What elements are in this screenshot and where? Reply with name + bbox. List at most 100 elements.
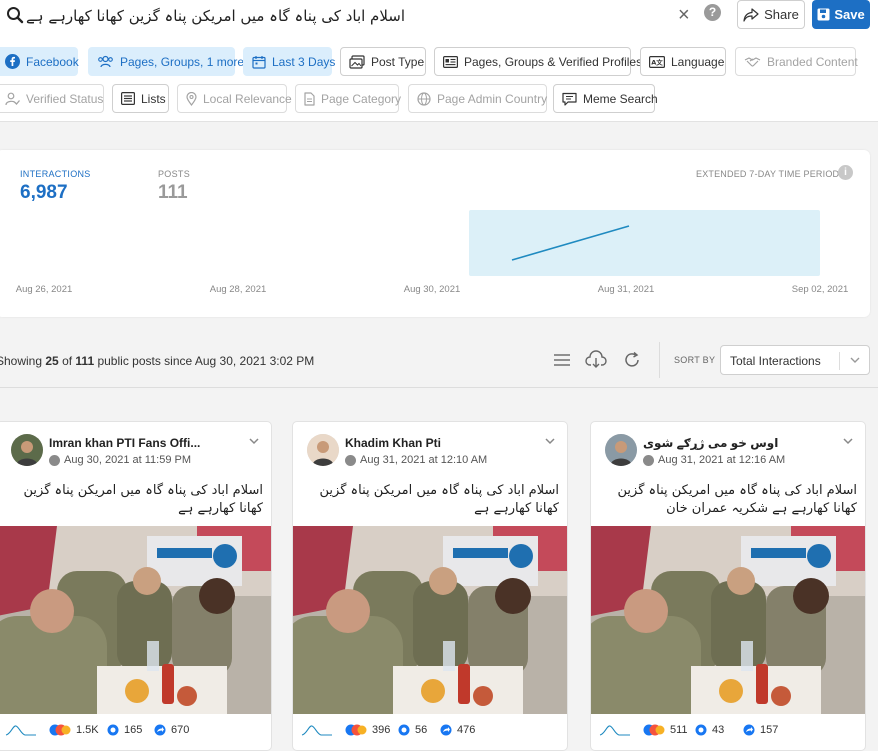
comments-count-item[interactable]: 165: [107, 724, 142, 736]
location-pin-icon: [186, 91, 197, 106]
verified-user-icon: [5, 92, 20, 105]
filter-page-admin-country[interactable]: Page Admin Country: [408, 84, 547, 113]
avatar[interactable]: [605, 434, 637, 466]
comments-count-item[interactable]: 56: [398, 724, 427, 736]
filter-label: Pages, Groups & Verified Profiles: [464, 54, 643, 69]
post-stats: 511 43 157: [591, 718, 865, 742]
reactions-count-item[interactable]: 511: [643, 724, 688, 736]
shares-count-item[interactable]: 476: [440, 724, 475, 736]
filter-lists[interactable]: Lists: [112, 84, 169, 113]
comment-icon: [398, 724, 410, 736]
filter-branded-content[interactable]: Branded Content: [735, 47, 858, 76]
filter-verified-status[interactable]: Verified Status: [0, 84, 104, 113]
page-icon: [304, 91, 315, 106]
post-stats: 396 56 476: [293, 718, 567, 742]
chevron-down-icon[interactable]: [543, 434, 557, 448]
chevron-down-icon: [850, 357, 860, 363]
filter-label: Meme Search: [583, 91, 658, 106]
comments-count-item[interactable]: 43: [695, 724, 724, 736]
view-list-icon[interactable]: [551, 350, 573, 370]
results-total-count: 111: [75, 354, 95, 368]
post-date[interactable]: Aug 31, 2021 at 12:10 AM: [360, 454, 487, 466]
sparkline-icon: [599, 725, 630, 736]
avatar-image: [11, 434, 43, 466]
post-meta: Aug 31, 2021 at 12:16 AM: [643, 454, 785, 466]
help-icon[interactable]: ?: [704, 4, 721, 21]
shares-count-item[interactable]: 157: [743, 724, 778, 736]
post-author-name[interactable]: Khadim Khan Pti: [345, 436, 441, 450]
sort-select[interactable]: Total Interactions: [720, 345, 870, 375]
x-tick-label: Aug 31, 2021: [598, 284, 655, 295]
filter-account-types[interactable]: Pages, Groups, 1 more: [88, 47, 244, 76]
post-photo: [591, 526, 865, 714]
reactions-count-item[interactable]: 396: [345, 724, 390, 736]
filter-label: Last 3 Days: [272, 54, 336, 69]
search-input[interactable]: [26, 4, 686, 28]
refresh-icon[interactable]: [621, 350, 643, 370]
filter-label: Language: [671, 54, 725, 69]
comments-count: 165: [124, 724, 143, 736]
search-icon[interactable]: [6, 6, 24, 24]
post-card[interactable]: Khadim Khan Pti Aug 31, 2021 at 12:10 AM…: [292, 421, 568, 751]
filter-language[interactable]: A文 Language: [640, 47, 726, 76]
results-prefix: Showing: [0, 354, 46, 368]
results-suffix: public posts since Aug 30, 2021 3:02 PM: [94, 354, 315, 368]
post-date[interactable]: Aug 31, 2021 at 12:16 AM: [658, 454, 785, 466]
sparkline-icon: [5, 725, 36, 736]
filter-label: Lists: [141, 91, 166, 106]
lists-icon: [121, 92, 135, 105]
avatar-image: [307, 434, 339, 466]
post-author-name[interactable]: اوس خو می ژړګے شوی: [643, 436, 778, 450]
filter-label: Branded Content: [767, 54, 858, 69]
filter-platform-facebook[interactable]: Facebook: [0, 47, 79, 76]
share-icon: [743, 724, 755, 736]
reactions-count: 1.5K: [76, 724, 99, 736]
sort-select-separator: [839, 352, 840, 370]
filter-page-category[interactable]: Page Category: [295, 84, 401, 113]
selected-period-highlight: [469, 210, 820, 276]
post-type-icon: [349, 54, 365, 69]
filter-timeframe[interactable]: Last 3 Days: [243, 47, 336, 76]
handshake-icon: [744, 56, 761, 67]
info-icon[interactable]: i: [838, 165, 853, 180]
post-meta: Aug 30, 2021 at 11:59 PM: [49, 454, 191, 466]
share-button[interactable]: Share: [737, 0, 805, 29]
shares-count: 157: [760, 724, 779, 736]
results-of: of: [58, 354, 76, 368]
sparkline-icon: [301, 725, 332, 736]
reactions-count: 511: [670, 724, 688, 736]
chevron-down-icon[interactable]: [247, 434, 261, 448]
filter-profiles[interactable]: Pages, Groups & Verified Profiles: [434, 47, 642, 76]
period-label: EXTENDED 7-DAY TIME PERIOD: [696, 169, 840, 179]
filter-local-relevance[interactable]: Local Relevance: [177, 84, 292, 113]
post-text: اسلام اباد کی پناہ گاہ میں امریکن پناہ گ…: [617, 483, 857, 516]
shares-count-item[interactable]: 670: [154, 724, 189, 736]
comment-icon: [107, 724, 119, 736]
avatar[interactable]: [307, 434, 339, 466]
post-meta: Aug 31, 2021 at 12:10 AM: [345, 454, 487, 466]
clear-search-icon[interactable]: ×: [678, 5, 694, 25]
download-cloud-icon[interactable]: [585, 350, 607, 370]
filter-meme-search[interactable]: Meme Search: [553, 84, 658, 113]
post-author-name[interactable]: Imran khan PTI Fans Offi...: [49, 436, 200, 450]
filter-label: Page Admin Country: [437, 91, 548, 106]
post-image[interactable]: [293, 526, 567, 714]
post-image[interactable]: [591, 526, 865, 714]
filter-post-type[interactable]: Post Type: [340, 47, 426, 76]
reactions-count-item[interactable]: 1.5K: [49, 724, 99, 736]
filter-label: Post Type: [371, 54, 425, 69]
facebook-icon: [643, 454, 654, 466]
list-card-icon: [443, 55, 458, 68]
results-summary: Showing 25 of 111 public posts since Aug…: [0, 354, 314, 368]
post-card[interactable]: اوس خو می ژړګے شوی Aug 31, 2021 at 12:16…: [590, 421, 866, 751]
chevron-down-icon[interactable]: [841, 434, 855, 448]
calendar-icon: [252, 55, 266, 69]
post-card[interactable]: Imran khan PTI Fans Offi... Aug 30, 2021…: [0, 421, 272, 751]
share-icon: [440, 724, 452, 736]
post-date[interactable]: Aug 30, 2021 at 11:59 PM: [64, 454, 191, 466]
avatar[interactable]: [11, 434, 43, 466]
post-photo: [293, 526, 567, 714]
post-image[interactable]: [0, 526, 271, 714]
save-button[interactable]: Save: [812, 0, 870, 29]
results-shown-count: 25: [45, 354, 59, 368]
